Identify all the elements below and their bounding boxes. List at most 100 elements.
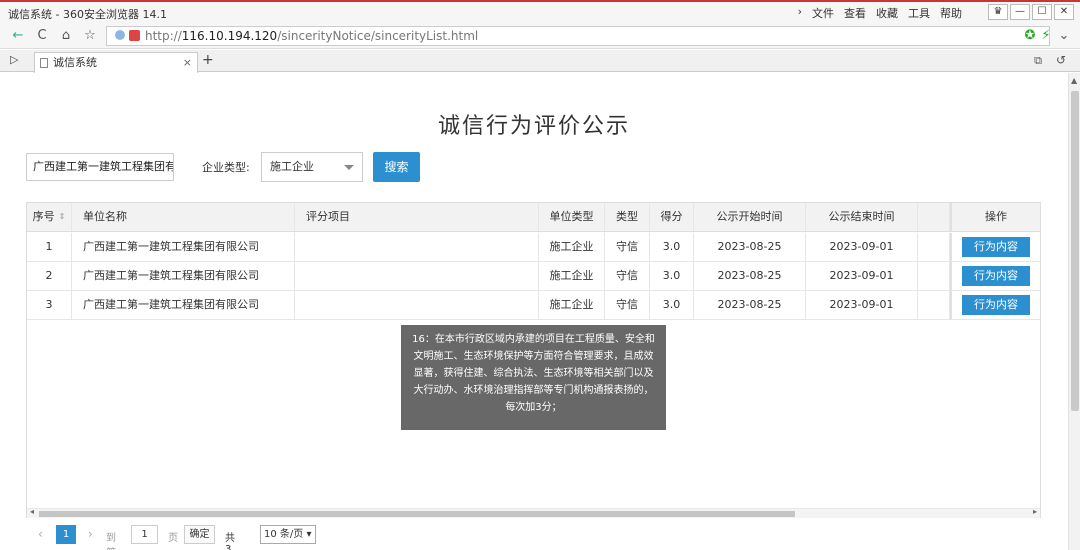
cell-operation: 行为内容 [950, 262, 1040, 290]
search-button[interactable]: 搜索 [373, 152, 420, 182]
url-host: 116.10.194.120 [181, 29, 278, 43]
header-end-date: 公示结束时间 [806, 203, 918, 231]
scroll-right-icon[interactable]: ▸ [1033, 507, 1037, 516]
cell-score: 3.0 [650, 262, 694, 290]
security-warning-icon[interactable] [129, 30, 140, 41]
cell-index: 2 [27, 262, 72, 290]
close-window-button[interactable]: ✕ [1054, 4, 1074, 20]
cell-score-item [295, 291, 539, 319]
skin-icon[interactable]: ♛ [988, 4, 1008, 20]
header-score-item: 评分项目 [295, 203, 539, 231]
header-score: 得分 [650, 203, 694, 231]
table-horizontal-scrollbar[interactable]: ◂ ▸ [27, 507, 1040, 518]
url-field[interactable]: http://116.10.194.120/sincerityNotice/si… [106, 26, 1050, 46]
tab-list-icon[interactable]: ⧉ [1034, 54, 1042, 68]
prev-page-icon[interactable]: ‹ [38, 527, 43, 541]
address-toolbar: ← C ⌂ ☆ http://116.10.194.120/sincerityN… [0, 24, 1080, 49]
browser-title-bar: 诚信系统 - 360安全浏览器 14.1 › 文件 查看 收藏 工具 帮助 ♛ … [0, 0, 1080, 24]
header-index[interactable]: 序号 ⇕ [27, 203, 72, 231]
menu-help[interactable]: 帮助 [940, 5, 962, 21]
cell-company-name: 广西建工第一建筑工程集团有限公司 [72, 233, 295, 261]
cell-kind: 守信 [605, 233, 650, 261]
window-title: 诚信系统 - 360安全浏览器 14.1 [8, 8, 167, 21]
undo-close-icon[interactable]: ↺ [1056, 53, 1066, 67]
horizontal-scrollbar-thumb[interactable] [39, 511, 795, 517]
cell-spacer [918, 233, 950, 261]
cell-spacer [918, 262, 950, 290]
scrollbar-thumb[interactable] [1071, 91, 1079, 411]
goto-page-input[interactable]: 1 [131, 525, 158, 544]
back-icon[interactable]: ← [8, 27, 28, 45]
menu-arrow-icon[interactable]: › [798, 5, 802, 21]
company-name-input[interactable]: 广西建工第一建筑工程集团有限 [26, 153, 174, 181]
menu-favorites[interactable]: 收藏 [876, 5, 898, 21]
page-unit-label: 页 [168, 533, 178, 544]
current-page-button[interactable]: 1 [56, 525, 76, 544]
cell-start-date: 2023-08-25 [694, 233, 806, 261]
refresh-icon[interactable]: C [32, 27, 52, 45]
page-icon [40, 58, 48, 68]
scroll-up-icon[interactable]: ▲ [1071, 76, 1077, 85]
favorite-star-icon[interactable]: ☆ [80, 27, 100, 45]
sort-icon[interactable]: ⇕ [59, 203, 66, 231]
company-type-value: 施工企业 [270, 160, 314, 173]
new-tab-button[interactable]: + [202, 52, 214, 68]
goto-label: 到第 [106, 533, 116, 550]
view-behavior-button[interactable]: 行为内容 [962, 237, 1030, 257]
menu-view[interactable]: 查看 [844, 5, 866, 21]
header-spacer [918, 203, 950, 231]
chevron-down-icon[interactable]: ⌄ [1054, 27, 1074, 45]
scroll-left-icon[interactable]: ◂ [30, 507, 34, 516]
header-company-name: 单位名称 [72, 203, 295, 231]
url-path: /sincerityNotice/sincerityList.html [277, 29, 479, 43]
minimize-button[interactable]: — [1010, 4, 1030, 20]
table-row: 1 广西建工第一建筑工程集团有限公司 施工企业 守信 3.0 2023-08-2… [27, 233, 1040, 262]
cell-score: 3.0 [650, 233, 694, 261]
next-page-icon[interactable]: › [88, 527, 93, 541]
cell-index: 1 [27, 233, 72, 261]
cell-company-name: 广西建工第一建筑工程集团有限公司 [72, 291, 295, 319]
browser-menu: › 文件 查看 收藏 工具 帮助 [798, 5, 962, 21]
view-behavior-button[interactable]: 行为内容 [962, 266, 1030, 286]
cell-score: 3.0 [650, 291, 694, 319]
header-index-label: 序号 [32, 210, 55, 223]
speed-mode-icon[interactable]: ⚡ [1036, 27, 1056, 45]
dropdown-arrow-icon [344, 165, 354, 170]
page-title: 诚信行为评价公示 [437, 114, 630, 139]
menu-tools[interactable]: 工具 [908, 5, 930, 21]
goto-confirm-button[interactable]: 确定 [184, 525, 215, 544]
view-behavior-button[interactable]: 行为内容 [962, 295, 1030, 315]
menu-file[interactable]: 文件 [812, 5, 834, 21]
page-size-select[interactable]: 10 条/页 ▾ [260, 525, 316, 544]
table-row: 3 广西建工第一建筑工程集团有限公司 施工企业 守信 3.0 2023-08-2… [27, 291, 1040, 320]
tab-integrity-system[interactable]: 诚信系统 × [34, 52, 198, 73]
cell-unit-type: 施工企业 [539, 291, 605, 319]
cell-end-date: 2023-09-01 [806, 262, 918, 290]
url-scheme: http:// [145, 29, 182, 43]
tab-label: 诚信系统 [53, 56, 97, 69]
tab-strip: ▷ 诚信系统 × + ⧉ ↺ [0, 50, 1080, 73]
chevron-down-icon: ▾ [306, 529, 312, 540]
home-icon[interactable]: ⌂ [56, 27, 76, 45]
close-tab-icon[interactable]: × [183, 53, 192, 73]
company-type-label: 企业类型: [202, 161, 250, 174]
table-row: 2 广西建工第一建筑工程集团有限公司 施工企业 守信 3.0 2023-08-2… [27, 262, 1040, 291]
header-unit-type: 单位类型 [539, 203, 605, 231]
cell-score-item [295, 262, 539, 290]
cell-start-date: 2023-08-25 [694, 291, 806, 319]
maximize-button[interactable]: ☐ [1032, 4, 1052, 20]
cell-index: 3 [27, 291, 72, 319]
company-type-select[interactable]: 施工企业 [261, 152, 363, 182]
page-scrollbar[interactable]: ▲ [1068, 73, 1080, 550]
site-info-icon[interactable] [115, 30, 125, 40]
sidebar-toggle-icon[interactable]: ▷ [10, 53, 18, 66]
behavior-tooltip: 16：在本市行政区域内承建的项目在工程质量、安全和文明施工、生态环境保护等方面符… [401, 325, 666, 430]
cell-operation: 行为内容 [950, 233, 1040, 261]
page-size-value: 10 条/页 [264, 529, 304, 540]
cell-company-name: 广西建工第一建筑工程集团有限公司 [72, 262, 295, 290]
cell-score-item [295, 233, 539, 261]
table-header: 序号 ⇕ 单位名称 评分项目 单位类型 类型 得分 公示开始时间 公示结束时间 操… [27, 203, 1040, 232]
cell-kind: 守信 [605, 291, 650, 319]
header-operation: 操作 [950, 203, 1040, 231]
total-count: 共 3 条 [225, 533, 235, 550]
